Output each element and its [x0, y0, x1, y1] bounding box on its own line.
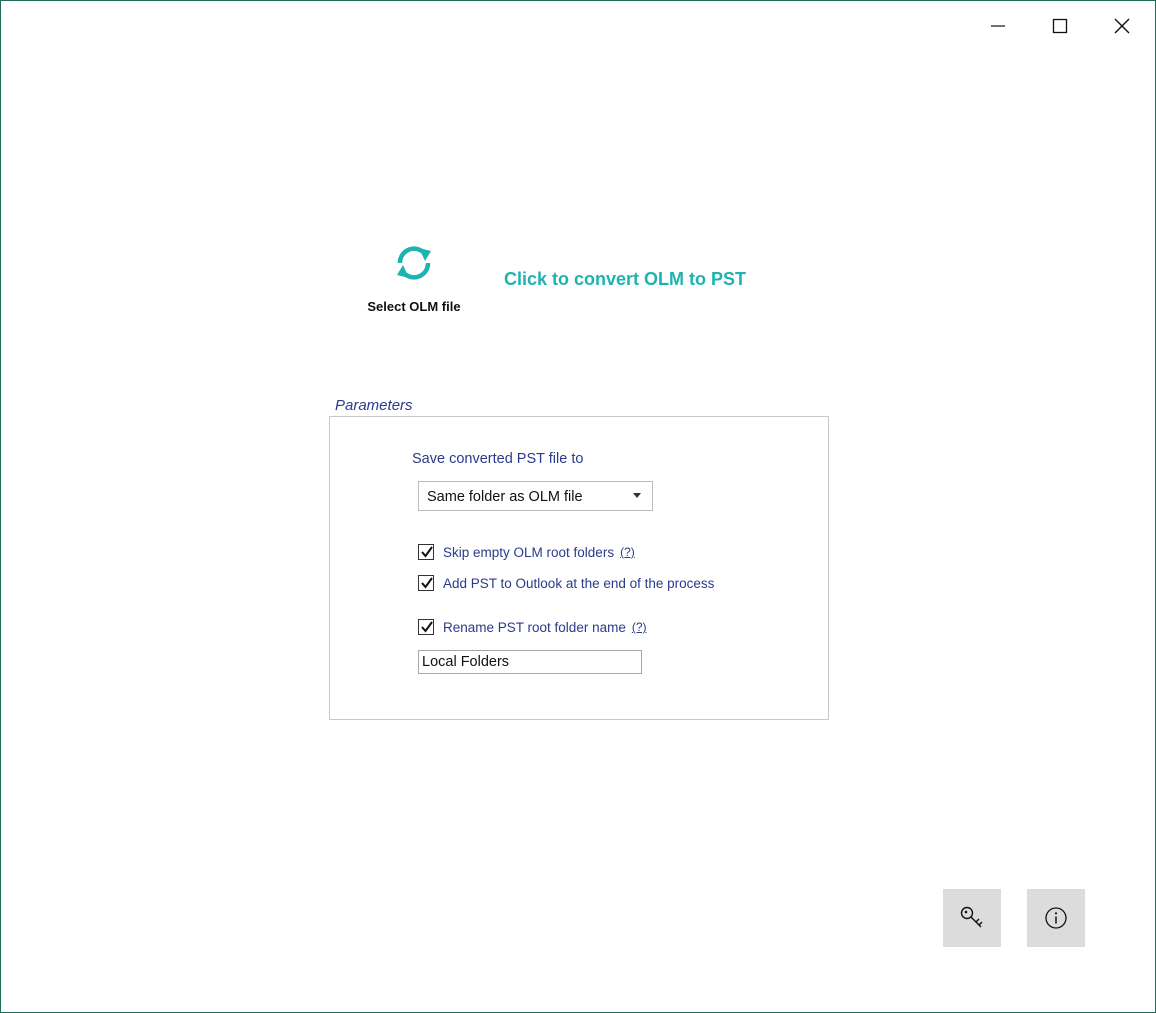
dropdown-arrow-icon [633, 493, 641, 498]
rename-root-folder-checkbox[interactable] [418, 619, 434, 635]
add-pst-to-outlook-label[interactable]: Add PST to Outlook at the end of the pro… [443, 576, 714, 591]
close-icon [1114, 18, 1130, 34]
key-icon [960, 906, 983, 928]
rename-root-folder-help-link[interactable]: (?) [632, 620, 647, 634]
save-location-dropdown[interactable]: Same folder as OLM file [418, 481, 653, 511]
skip-empty-folders-checkbox[interactable] [418, 544, 434, 560]
add-pst-to-outlook-checkbox[interactable] [418, 575, 434, 591]
license-key-button[interactable] [943, 889, 1001, 947]
select-olm-file-button[interactable]: Select OLM file [358, 237, 470, 323]
add-pst-to-outlook-option: Add PST to Outlook at the end of the pro… [418, 573, 714, 593]
rename-root-folder-label[interactable]: Rename PST root folder name [443, 620, 626, 635]
rename-root-folder-option: Rename PST root folder name (?) [418, 617, 647, 637]
convert-olm-to-pst-link[interactable]: Click to convert OLM to PST [504, 269, 746, 290]
save-location-value: Same folder as OLM file [427, 489, 583, 505]
about-info-button[interactable] [1027, 889, 1085, 947]
skip-empty-folders-help-link[interactable]: (?) [620, 545, 635, 559]
app-window: Select OLM file Click to convert OLM to … [0, 0, 1156, 1013]
minimize-icon [991, 25, 1005, 27]
save-location-label: Save converted PST file to [412, 451, 584, 467]
maximize-icon [1052, 18, 1068, 34]
minimize-button[interactable] [975, 7, 1021, 45]
maximize-button[interactable] [1037, 7, 1083, 45]
checkmark-icon [421, 577, 433, 589]
skip-empty-folders-label[interactable]: Skip empty OLM root folders [443, 545, 614, 560]
select-olm-file-label: Select OLM file [367, 299, 461, 314]
info-icon [1045, 907, 1067, 929]
refresh-icon [397, 246, 431, 280]
parameters-legend: Parameters [335, 397, 413, 414]
checkmark-icon [421, 546, 433, 558]
checkmark-icon [421, 621, 433, 633]
close-button[interactable] [1099, 7, 1145, 45]
skip-empty-folders-option: Skip empty OLM root folders (?) [418, 542, 635, 562]
root-folder-name-input[interactable] [418, 650, 642, 674]
